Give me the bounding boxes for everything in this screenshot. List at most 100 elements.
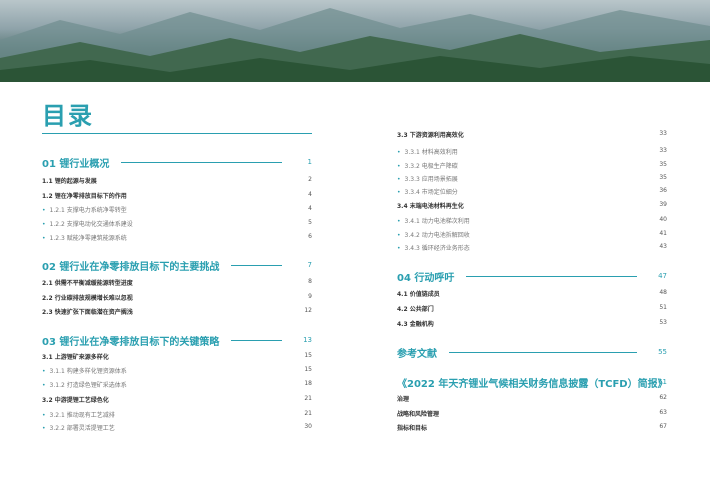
toc-label: 3.1 上游锂矿来源多样化 — [42, 353, 109, 361]
toc-page-number: 7 — [307, 261, 312, 269]
toc-page-number: 15 — [304, 352, 312, 359]
toc-subsection[interactable]: 3.1 上游锂矿来源多样化 15 — [42, 350, 312, 362]
toc-page-number: 9 — [308, 293, 312, 300]
toc-page-number: 21 — [304, 395, 312, 402]
toc-subsection[interactable]: 3.3 下游资源利用高效化 33 — [397, 128, 667, 140]
toc-label: 3.2.1 推动现有工艺减排 — [42, 410, 115, 419]
toc-page-number: 62 — [659, 394, 667, 401]
toc-label: 4.3 金融机构 — [397, 320, 434, 328]
toc-label: 3.4.1 动力电池梯次利用 — [397, 216, 470, 225]
toc-item[interactable]: 3.4.1 动力电池梯次利用 40 — [397, 214, 667, 226]
toc-page-number: 35 — [659, 174, 667, 181]
toc-subsection[interactable]: 4.1 价值链成员 48 — [397, 287, 667, 299]
toc-label: 1.2.2 支撑电动化交通体系建设 — [42, 219, 133, 228]
toc-label: 01 锂行业概况 — [42, 158, 110, 170]
toc-page-number: 39 — [659, 201, 667, 208]
toc-label: 治理 — [397, 395, 410, 403]
toc-section[interactable]: 03 锂行业在净零排放目标下的关键策略 13 — [42, 334, 312, 348]
toc-item[interactable]: 3.3.3 应用场景拓展 35 — [397, 172, 667, 184]
toc-label: 3.3.4 市场定位細分 — [397, 187, 458, 196]
toc-page-number: 43 — [659, 243, 667, 250]
toc-item[interactable]: 3.4.3 循环经济业务形态 43 — [397, 241, 667, 253]
toc-subsection[interactable]: 3.4 末端电池材料再生化 39 — [397, 199, 667, 211]
toc-page-number: 63 — [659, 409, 667, 416]
toc-page-number: 13 — [303, 336, 312, 344]
toc-leader-line — [466, 276, 637, 277]
toc-item[interactable]: 3.2.2 部署灵活提锂工艺 30 — [42, 421, 312, 433]
toc-label: 2.1 供需不平衡减缓能源转型进度 — [42, 279, 133, 287]
toc-label: 3.1.1 构建多样化锂资源体系 — [42, 366, 127, 375]
toc-subsection[interactable]: 4.2 公共部门 51 — [397, 302, 667, 314]
toc-label: 战略和风险管理 — [397, 410, 440, 418]
toc-label: 04 行动呼吁 — [397, 272, 455, 284]
toc-leader-line — [231, 265, 282, 266]
toc-page-number: 6 — [308, 233, 312, 240]
title-underline — [42, 133, 312, 134]
toc-page-number: 5 — [308, 219, 312, 226]
toc-subsection[interactable]: 4.3 金融机构 53 — [397, 317, 667, 329]
toc-page-number: 35 — [659, 161, 667, 168]
toc-subsection[interactable]: 3.2 中游提锂工艺绿色化 21 — [42, 393, 312, 405]
toc-label: 3.4.3 循环经济业务形态 — [397, 243, 470, 252]
toc-label: 2.3 快速扩张下面临潜在资产搁浅 — [42, 308, 133, 316]
toc-page-number: 61 — [658, 378, 667, 386]
toc-section[interactable]: 01 锂行业概况 1 — [42, 156, 312, 170]
toc-item[interactable]: 1.2.2 支撑电动化交通体系建设 5 — [42, 217, 312, 229]
toc-section[interactable]: 《2022 年天齐锂业气候相关财务信息披露（TCFD）简报》 61 — [397, 376, 668, 390]
toc-page-number: 47 — [658, 272, 667, 280]
toc-subsection[interactable]: 治理 62 — [397, 392, 667, 404]
toc-item[interactable]: 1.2.3 赋能净零建筑能源系统 6 — [42, 231, 312, 243]
mountain-landscape-image — [0, 8, 710, 82]
toc-subsection[interactable]: 2.2 行业碳排放规模增长难以忽视 9 — [42, 291, 312, 303]
toc-item[interactable]: 3.4.2 动力电池拆解回收 41 — [397, 228, 667, 240]
toc-section[interactable]: 参考文献 55 — [397, 346, 667, 360]
toc-page-number: 51 — [659, 304, 667, 311]
toc-leader-line — [121, 162, 282, 163]
toc-item[interactable]: 3.1.2 打造绿色锂矿采选体系 18 — [42, 378, 312, 390]
toc-item[interactable]: 3.3.2 电极生产降碳 35 — [397, 159, 667, 171]
toc-label: 2.2 行业碳排放规模增长难以忽视 — [42, 294, 133, 302]
toc-label: 1.2.1 支撑电力系统净零转型 — [42, 205, 127, 214]
toc-subsection[interactable]: 1.2 锂在净零排放目标下的作用 4 — [42, 189, 312, 201]
toc-label: 指标和目标 — [397, 424, 428, 432]
toc-item[interactable]: 3.3.1 材料高效利用 33 — [397, 145, 667, 157]
toc-page-number: 4 — [308, 191, 312, 198]
toc-page-number: 36 — [659, 187, 667, 194]
toc-page-number: 2 — [308, 176, 312, 183]
toc-item[interactable]: 1.2.1 支撑电力系统净零转型 4 — [42, 203, 312, 215]
toc-page-number: 15 — [304, 366, 312, 373]
toc-page-number: 67 — [659, 423, 667, 430]
toc-page-number: 41 — [659, 230, 667, 237]
toc-label: 《2022 年天齐锂业气候相关财务信息披露（TCFD）简报》 — [397, 378, 668, 390]
toc-label: 3.1.2 打造绿色锂矿采选体系 — [42, 380, 127, 389]
toc-leader-line — [449, 352, 637, 353]
toc-page-number: 33 — [659, 130, 667, 137]
toc-item[interactable]: 3.1.1 构建多样化锂资源体系 15 — [42, 364, 312, 376]
toc-page-number: 30 — [304, 423, 312, 430]
toc-subsection[interactable]: 战略和风险管理 63 — [397, 407, 667, 419]
toc-item[interactable]: 3.2.1 推动现有工艺减排 21 — [42, 408, 312, 420]
toc-label: 1.2.3 赋能净零建筑能源系统 — [42, 233, 127, 242]
toc-label: 4.1 价值链成员 — [397, 290, 440, 298]
toc-subsection[interactable]: 指标和目标 67 — [397, 421, 667, 433]
toc-label: 3.2 中游提锂工艺绿色化 — [42, 396, 109, 404]
toc-page-number: 18 — [304, 380, 312, 387]
toc-label: 3.3.2 电极生产降碳 — [397, 161, 458, 170]
toc-label: 3.3 下游资源利用高效化 — [397, 131, 464, 139]
toc-subsection[interactable]: 2.1 供需不平衡减缓能源转型进度 8 — [42, 276, 312, 288]
toc-label: 3.3.3 应用场景拓展 — [397, 174, 458, 183]
toc-subsection[interactable]: 2.3 快速扩张下面临潜在资产搁浅 12 — [42, 305, 312, 317]
toc-page-number: 1 — [307, 158, 312, 166]
toc-leader-line — [231, 340, 282, 341]
toc-item[interactable]: 3.3.4 市场定位細分 36 — [397, 185, 667, 197]
toc-section[interactable]: 02 锂行业在净零排放目标下的主要挑战 7 — [42, 259, 312, 273]
toc-page-number: 40 — [659, 216, 667, 223]
toc-section[interactable]: 04 行动呼吁 47 — [397, 270, 667, 284]
toc-label: 02 锂行业在净零排放目标下的主要挑战 — [42, 261, 220, 273]
toc-page-number: 48 — [659, 289, 667, 296]
toc-label: 4.2 公共部门 — [397, 305, 434, 313]
toc-subsection[interactable]: 1.1 锂的起源与发展 2 — [42, 174, 312, 186]
toc-label: 1.2 锂在净零排放目标下的作用 — [42, 192, 127, 200]
toc-label: 3.4 末端电池材料再生化 — [397, 202, 464, 210]
toc-label: 1.1 锂的起源与发展 — [42, 177, 97, 185]
